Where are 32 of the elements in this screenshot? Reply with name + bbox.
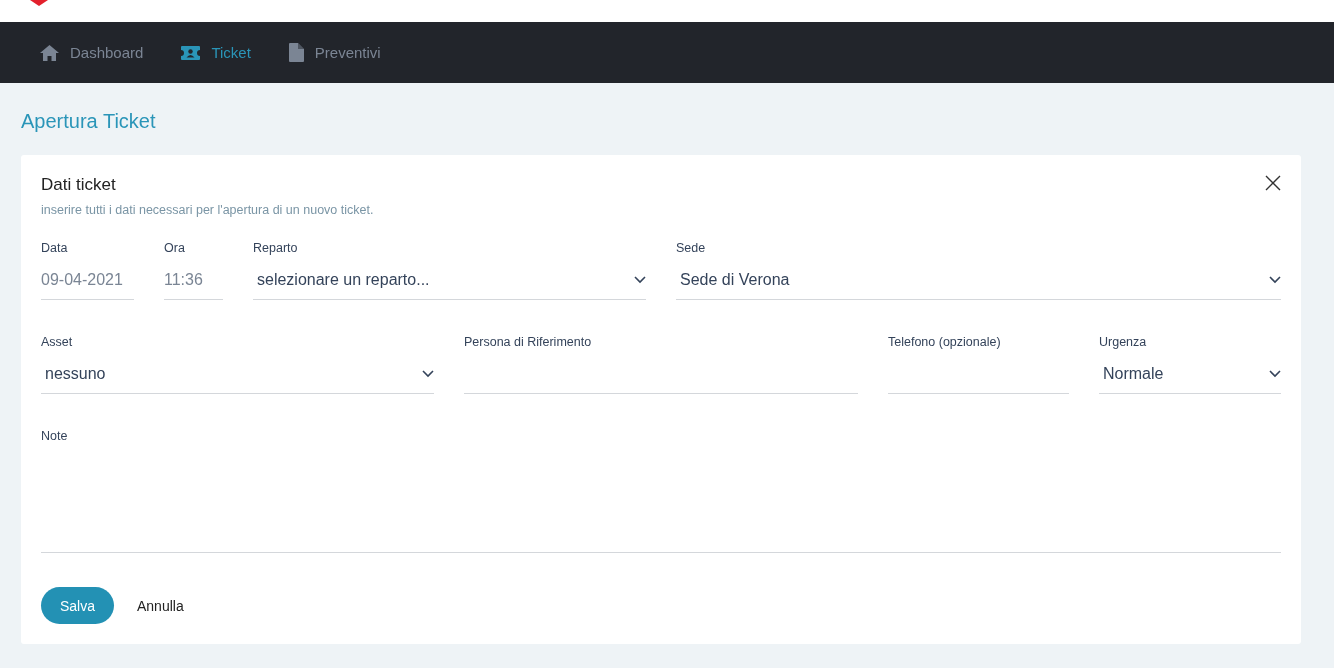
nav-tab[interactable]: Dashboard: [40, 44, 144, 61]
chevron-icon: [422, 370, 434, 378]
field-label: Sede: [676, 241, 707, 255]
card-subtitle: inserire tutti i dati necessari per l'apertura di un nuovo ticket.: [41, 203, 374, 217]
field-label: Data: [41, 241, 69, 255]
home-icon: [40, 44, 59, 61]
chevron-icon: [1269, 370, 1281, 378]
save-button[interactable]: Salva: [41, 587, 114, 624]
select-field[interactable]: Sede di Verona: [676, 261, 1281, 300]
ticket-icon: [181, 45, 201, 60]
field-label: Urgenza: [1099, 335, 1148, 349]
select-field[interactable]: Normale: [1099, 355, 1281, 394]
select-field[interactable]: nessuno: [41, 355, 434, 394]
field-label: Note: [41, 429, 69, 443]
chevron-icon: [634, 276, 646, 284]
chevron-icon: [1269, 276, 1281, 284]
logo-icon: [30, 0, 48, 6]
field-label: Persona di Riferimento: [464, 335, 593, 349]
card-title: Dati ticket: [41, 175, 117, 195]
field-label: Reparto: [253, 241, 299, 255]
field-label: Asset: [41, 335, 74, 349]
page-title: Apertura Ticket: [21, 109, 157, 134]
nav-tab[interactable]: Preventivi: [288, 43, 381, 62]
input-field[interactable]: 11:36: [164, 261, 223, 300]
input-field[interactable]: 09-04-2021: [41, 261, 134, 300]
field-label: Telefono (opzionale): [888, 335, 1002, 349]
document-icon: [288, 43, 304, 62]
cancel-button[interactable]: Annulla: [137, 597, 184, 614]
field-label: Ora: [164, 241, 186, 255]
close-button[interactable]: [1265, 175, 1281, 191]
nav-tab[interactable]: Ticket: [181, 44, 251, 61]
select-field[interactable]: selezionare un reparto...: [253, 261, 646, 300]
